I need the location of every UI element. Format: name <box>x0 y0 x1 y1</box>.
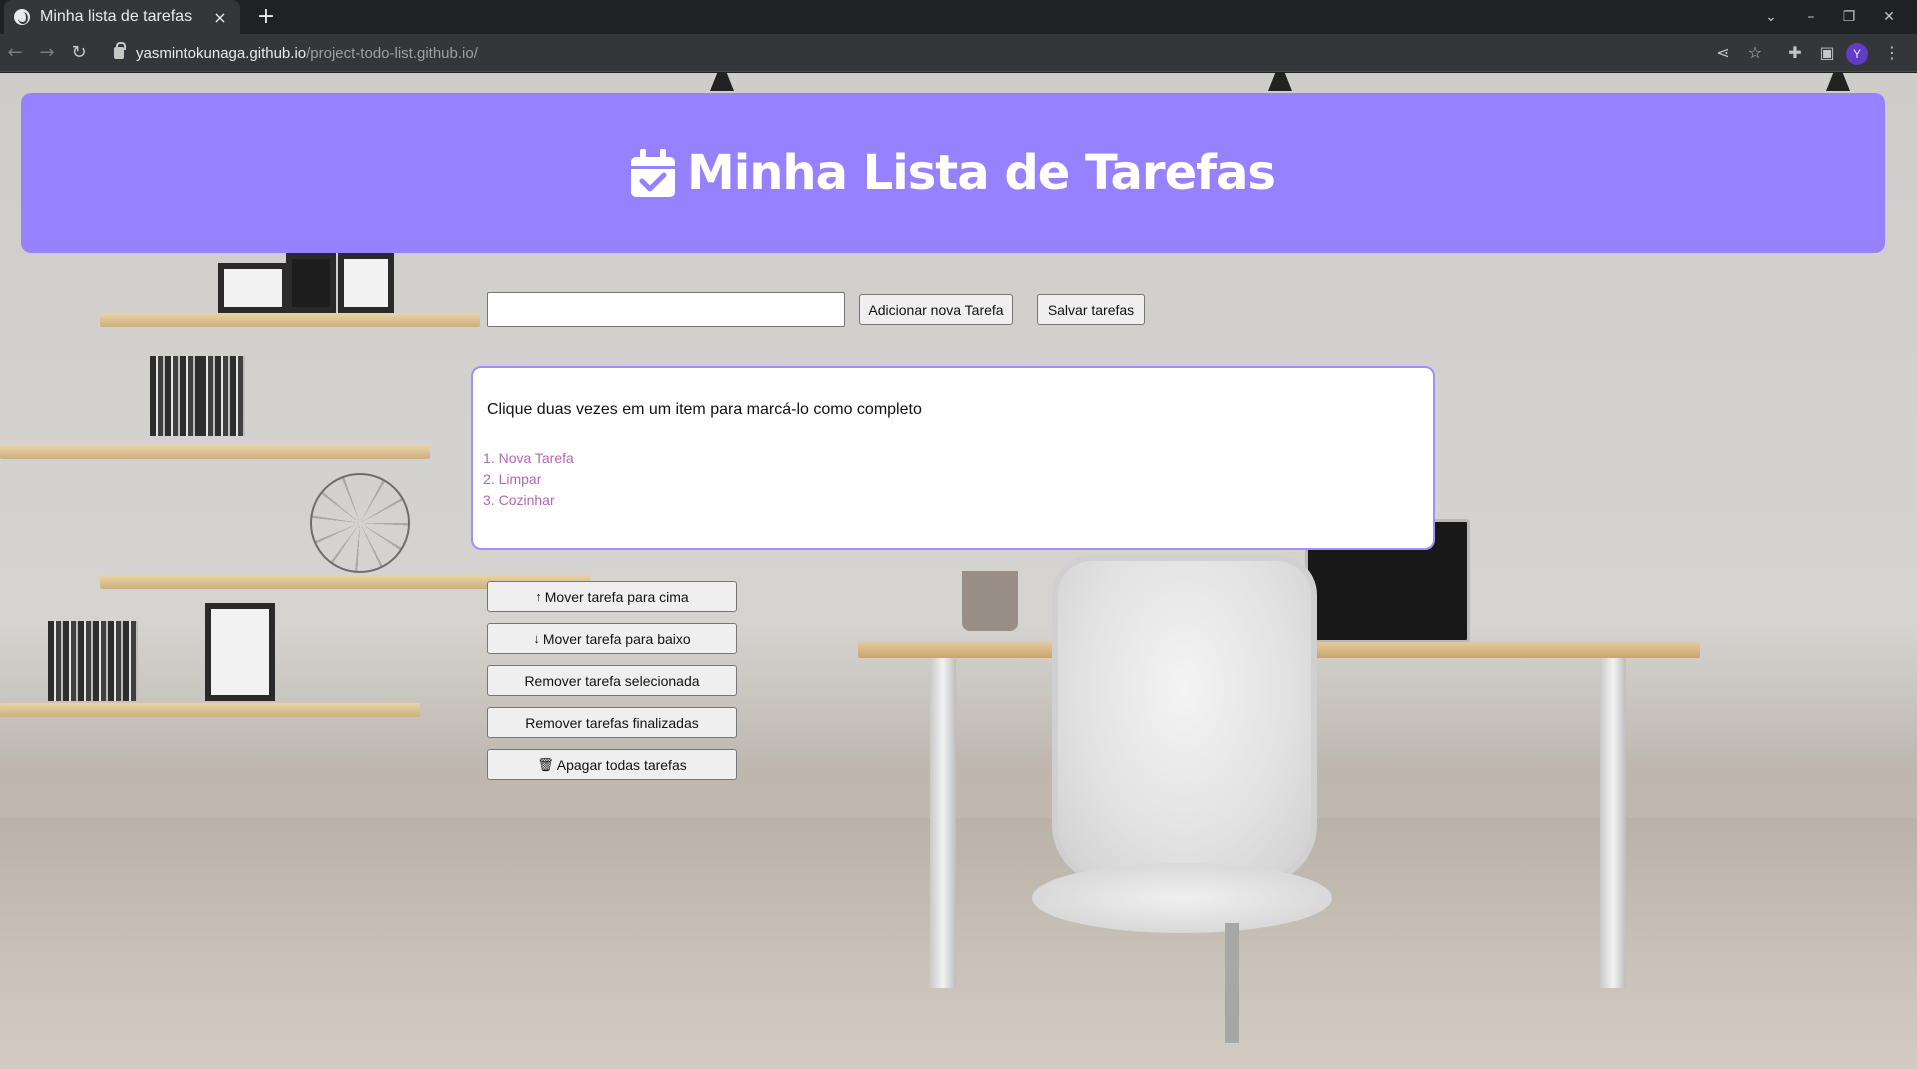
task-item[interactable]: 3. Cozinhar <box>483 490 574 511</box>
remove-selected-button[interactable]: Remover tarefa selecionada <box>487 665 737 696</box>
save-tasks-button[interactable]: Salvar tarefas <box>1037 294 1145 325</box>
lamp-decoration <box>1268 73 1292 91</box>
books-decoration <box>200 356 245 436</box>
close-window-icon[interactable]: ✕ <box>1872 0 1906 34</box>
minimize-icon[interactable]: – <box>1794 0 1828 34</box>
globe-decoration <box>310 473 410 573</box>
remove-finished-button[interactable]: Remover tarefas finalizadas <box>487 707 737 738</box>
lock-icon <box>114 42 126 59</box>
tab-close-icon[interactable]: × <box>210 8 230 27</box>
picture-frame-decoration <box>286 253 336 313</box>
picture-frame-decoration <box>338 253 394 313</box>
shelf-decoration <box>0 445 430 459</box>
picture-frame-decoration <box>218 263 288 313</box>
extensions-icon[interactable]: ✚ <box>1780 34 1810 72</box>
task-item[interactable]: 2. Limpar <box>483 469 574 490</box>
restore-icon[interactable]: ❐ <box>1832 0 1866 34</box>
clear-all-button[interactable]: 🗑 Apagar todas tarefas <box>487 749 737 780</box>
task-list-container: Clique duas vezes em um item para marcá-… <box>471 366 1435 550</box>
desk-leg-decoration <box>930 658 956 988</box>
lamp-decoration <box>1826 73 1850 91</box>
forward-icon[interactable]: → <box>32 34 62 72</box>
url-host: yasmintokunaga.github.io <box>136 44 307 62</box>
shelf-decoration <box>100 313 480 327</box>
task-input[interactable] <box>487 292 845 327</box>
task-list: 1. Nova Tarefa 2. Limpar 3. Cozinhar <box>483 448 574 511</box>
background-floor <box>0 818 1917 1069</box>
back-icon[interactable]: ← <box>0 34 30 72</box>
chair-seat-decoration <box>1032 863 1332 933</box>
share-icon[interactable]: ⋖ <box>1708 34 1738 72</box>
books-decoration <box>48 621 138 701</box>
shelf-decoration <box>0 703 420 717</box>
move-down-button[interactable]: ↓ Mover tarefa para baixo <box>487 623 737 654</box>
tab-title: Minha lista de tarefas <box>40 8 193 25</box>
arrow-up-icon: ↑ <box>535 589 542 604</box>
url-path: /project-todo-list.github.io/ <box>306 44 478 62</box>
arrow-down-icon: ↓ <box>533 631 540 646</box>
menu-icon[interactable]: ⋮ <box>1877 34 1907 72</box>
chair-pole-decoration <box>1225 923 1239 1043</box>
add-task-button[interactable]: Adicionar nova Tarefa <box>859 294 1013 325</box>
browser-toolbar: ← → ↻ yasmintokunaga.github.io/project-t… <box>0 34 1917 72</box>
globe-icon <box>14 9 30 25</box>
move-up-button[interactable]: ↑ Mover tarefa para cima <box>487 581 737 612</box>
reload-icon[interactable]: ↻ <box>64 34 94 72</box>
address-bar[interactable]: yasmintokunaga.github.io/project-todo-li… <box>100 38 1700 68</box>
side-panel-icon[interactable]: ▣ <box>1812 34 1842 72</box>
plant-decoration <box>962 571 1018 631</box>
task-item[interactable]: 1. Nova Tarefa <box>483 448 574 469</box>
chevron-down-icon[interactable]: ⌄ <box>1754 0 1788 34</box>
page-header: Minha Lista de Tarefas <box>21 93 1885 253</box>
calendar-check-icon <box>631 149 676 197</box>
tab-bar: Minha lista de tarefas × + ⌄ – ❐ ✕ <box>0 0 1917 34</box>
page-viewport: Minha Lista de Tarefas Adicionar nova Ta… <box>0 73 1917 1069</box>
chair-decoration <box>1052 555 1317 885</box>
profile-avatar[interactable]: Y <box>1846 43 1868 65</box>
new-tab-plus-icon[interactable]: + <box>252 3 280 31</box>
desk-leg-decoration <box>1600 658 1626 988</box>
browser-tab[interactable]: Minha lista de tarefas × <box>4 0 240 34</box>
trash-icon: 🗑 <box>537 756 554 772</box>
page-title: Minha Lista de Tarefas <box>687 145 1276 201</box>
star-icon[interactable]: ☆ <box>1740 34 1770 72</box>
list-instructions: Clique duas vezes em um item para marcá-… <box>487 401 922 418</box>
picture-frame-decoration <box>205 603 275 701</box>
lamp-decoration <box>710 73 734 91</box>
